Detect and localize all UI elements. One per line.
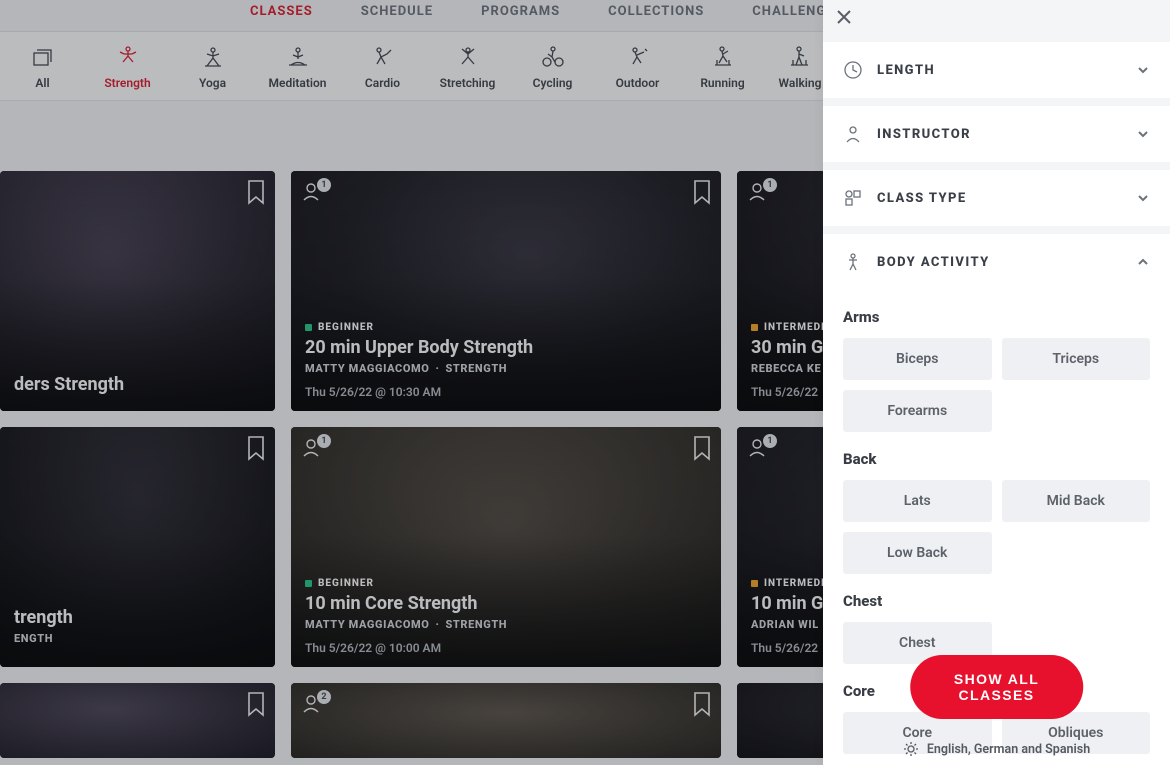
group-back-label: Back bbox=[843, 450, 1150, 468]
category-label: Strength bbox=[104, 76, 150, 90]
difficulty-badge: BEGINNER bbox=[305, 322, 707, 333]
filter-body-activity[interactable]: BODY ACTIVITY bbox=[823, 234, 1170, 290]
category-label: Walking bbox=[779, 76, 822, 90]
category-stretching[interactable]: Stretching bbox=[425, 46, 510, 90]
category-label: Meditation bbox=[269, 76, 327, 90]
class-card[interactable]: 1 BEGINNER 10 min Core Strength MATTY MA… bbox=[291, 427, 721, 667]
filter-label: LENGTH bbox=[877, 63, 1122, 78]
outdoor-icon bbox=[624, 46, 652, 68]
chevron-down-icon bbox=[1136, 191, 1150, 205]
strength-icon bbox=[114, 46, 142, 68]
language-selector[interactable]: English, German and Spanish bbox=[823, 741, 1170, 757]
bookmark-icon[interactable] bbox=[691, 435, 713, 461]
walking-icon bbox=[786, 46, 814, 68]
category-label: Yoga bbox=[199, 76, 226, 90]
nav-programs[interactable]: PROGRAMS bbox=[481, 4, 560, 19]
friends-badge[interactable]: 1 bbox=[747, 437, 777, 457]
class-datetime: Thu 5/26/22 @ 10:30 AM bbox=[305, 385, 707, 399]
chevron-down-icon bbox=[1136, 63, 1150, 77]
class-title: trength bbox=[14, 607, 261, 628]
nav-schedule[interactable]: SCHEDULE bbox=[361, 4, 433, 19]
friends-count: 1 bbox=[317, 178, 331, 192]
chip-forearms[interactable]: Forearms bbox=[843, 390, 992, 432]
friends-badge[interactable]: 2 bbox=[301, 693, 331, 713]
category-strength[interactable]: Strength bbox=[85, 46, 170, 90]
category-all[interactable]: All bbox=[0, 46, 85, 90]
category-label: All bbox=[35, 76, 49, 90]
category-label: Stretching bbox=[440, 76, 496, 90]
class-title: 10 min Core Strength bbox=[305, 593, 707, 614]
friends-count: 1 bbox=[763, 178, 777, 192]
stack-icon bbox=[29, 46, 57, 68]
class-subtitle: MATTY MAGGIACOMO·STRENGTH bbox=[305, 618, 707, 631]
filter-instructor[interactable]: INSTRUCTOR bbox=[823, 106, 1170, 162]
friends-count: 1 bbox=[317, 434, 331, 448]
nav-collections[interactable]: COLLECTIONS bbox=[608, 4, 704, 19]
category-cycling[interactable]: Cycling bbox=[510, 46, 595, 90]
category-label: Cardio bbox=[365, 76, 400, 90]
filter-length[interactable]: LENGTH bbox=[823, 42, 1170, 98]
cycling-icon bbox=[539, 46, 567, 68]
category-label: Outdoor bbox=[616, 76, 660, 90]
clock-icon bbox=[843, 60, 863, 80]
category-cardio[interactable]: Cardio bbox=[340, 46, 425, 90]
categories-icon bbox=[843, 188, 863, 208]
friends-badge[interactable]: 1 bbox=[747, 181, 777, 201]
chip-midback[interactable]: Mid Back bbox=[1002, 480, 1151, 522]
body-icon bbox=[843, 252, 863, 272]
close-icon[interactable] bbox=[835, 8, 853, 30]
class-card[interactable]: ders Strength bbox=[0, 171, 275, 411]
bookmark-icon[interactable] bbox=[691, 179, 713, 205]
chevron-up-icon bbox=[1136, 255, 1150, 269]
cardio-icon bbox=[369, 46, 397, 68]
friends-badge[interactable]: 1 bbox=[301, 181, 331, 201]
class-title: 20 min Upper Body Strength bbox=[305, 337, 707, 358]
filter-label: BODY ACTIVITY bbox=[877, 255, 1122, 270]
language-text: English, German and Spanish bbox=[927, 742, 1090, 757]
class-card[interactable] bbox=[0, 683, 275, 758]
chip-lats[interactable]: Lats bbox=[843, 480, 992, 522]
bookmark-icon[interactable] bbox=[245, 435, 267, 461]
class-subtitle: ENGTH bbox=[14, 632, 261, 645]
chevron-down-icon bbox=[1136, 127, 1150, 141]
category-yoga[interactable]: Yoga bbox=[170, 46, 255, 90]
class-datetime: Thu 5/26/22 @ 10:00 AM bbox=[305, 641, 707, 655]
stretching-icon bbox=[454, 46, 482, 68]
filter-label: INSTRUCTOR bbox=[877, 127, 1122, 142]
bookmark-icon[interactable] bbox=[245, 179, 267, 205]
friends-badge[interactable]: 1 bbox=[301, 437, 331, 457]
group-chest-label: Chest bbox=[843, 592, 1150, 610]
chip-triceps[interactable]: Triceps bbox=[1002, 338, 1151, 380]
person-icon bbox=[843, 124, 863, 144]
show-all-classes-button[interactable]: SHOW ALL CLASSES bbox=[910, 655, 1084, 719]
category-running[interactable]: Running bbox=[680, 46, 765, 90]
bookmark-icon[interactable] bbox=[245, 691, 267, 717]
gear-icon bbox=[903, 741, 919, 757]
friends-count: 1 bbox=[763, 434, 777, 448]
chip-lowback[interactable]: Low Back bbox=[843, 532, 992, 574]
class-card[interactable]: 2 bbox=[291, 683, 721, 758]
filter-panel: LENGTH INSTRUCTOR CLASS TYPE BODY ACTIVI… bbox=[823, 0, 1170, 765]
chip-biceps[interactable]: Biceps bbox=[843, 338, 992, 380]
category-outdoor[interactable]: Outdoor bbox=[595, 46, 680, 90]
category-meditation[interactable]: Meditation bbox=[255, 46, 340, 90]
filter-label: CLASS TYPE bbox=[877, 191, 1122, 206]
class-card[interactable]: 1 BEGINNER 20 min Upper Body Strength MA… bbox=[291, 171, 721, 411]
category-label: Cycling bbox=[533, 76, 573, 90]
class-title: ders Strength bbox=[14, 374, 261, 395]
nav-classes[interactable]: CLASSES bbox=[250, 4, 313, 19]
running-icon bbox=[709, 46, 737, 68]
category-label: Running bbox=[700, 76, 744, 90]
filter-class-type[interactable]: CLASS TYPE bbox=[823, 170, 1170, 226]
difficulty-badge: BEGINNER bbox=[305, 578, 707, 589]
friends-count: 2 bbox=[317, 690, 331, 704]
class-subtitle: MATTY MAGGIACOMO·STRENGTH bbox=[305, 362, 707, 375]
group-arms-label: Arms bbox=[843, 308, 1150, 326]
meditation-icon bbox=[284, 46, 312, 68]
bookmark-icon[interactable] bbox=[691, 691, 713, 717]
yoga-icon bbox=[199, 46, 227, 68]
class-card[interactable]: trength ENGTH bbox=[0, 427, 275, 667]
